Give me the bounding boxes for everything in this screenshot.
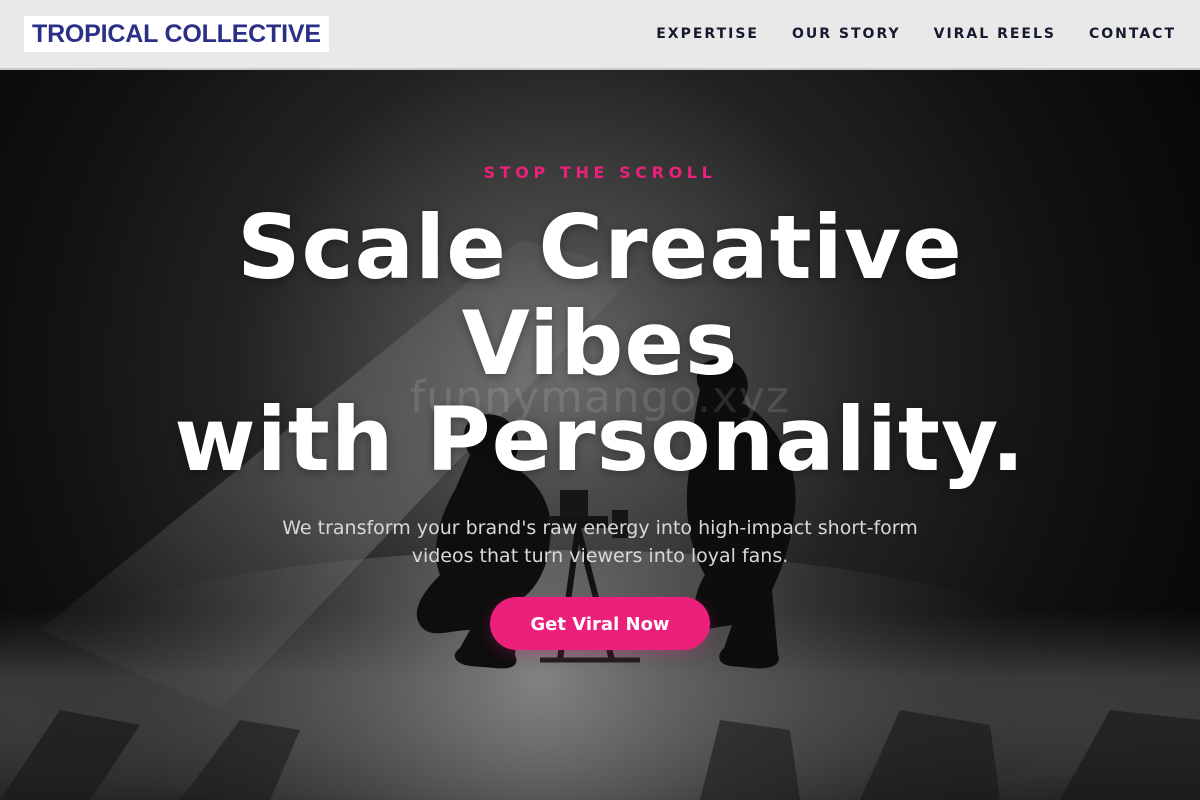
nav-link-our-story[interactable]: OUR STORY bbox=[792, 26, 901, 42]
hero-headline: Scale Creative Vibes with Personality. bbox=[0, 200, 1200, 488]
subtext-line-1: We transform your brand's raw energy int… bbox=[282, 517, 918, 539]
headline-line-2: Vibes bbox=[461, 292, 739, 395]
hero-subtext: We transform your brand's raw energy int… bbox=[0, 514, 1200, 570]
nav-links: EXPERTISE OUR STORY VIRAL REELS CONTACT bbox=[656, 0, 1176, 68]
nav-link-contact[interactable]: CONTACT bbox=[1089, 26, 1176, 42]
hero-section: funnymango.xyz STOP THE SCROLL Scale Cre… bbox=[0, 70, 1200, 800]
brand-logo[interactable]: TROPICAL COLLECTIVE bbox=[24, 16, 329, 52]
nav-link-expertise[interactable]: EXPERTISE bbox=[656, 26, 759, 42]
nav-link-viral-reels[interactable]: VIRAL REELS bbox=[934, 26, 1056, 42]
headline-line-3: with Personality. bbox=[174, 388, 1026, 491]
headline-line-1: Scale Creative bbox=[237, 196, 963, 299]
top-navbar: TROPICAL COLLECTIVE EXPERTISE OUR STORY … bbox=[0, 0, 1200, 70]
get-viral-now-button[interactable]: Get Viral Now bbox=[490, 597, 710, 650]
subtext-line-2: videos that turn viewers into loyal fans… bbox=[411, 545, 789, 567]
hero-eyebrow: STOP THE SCROLL bbox=[483, 163, 717, 182]
